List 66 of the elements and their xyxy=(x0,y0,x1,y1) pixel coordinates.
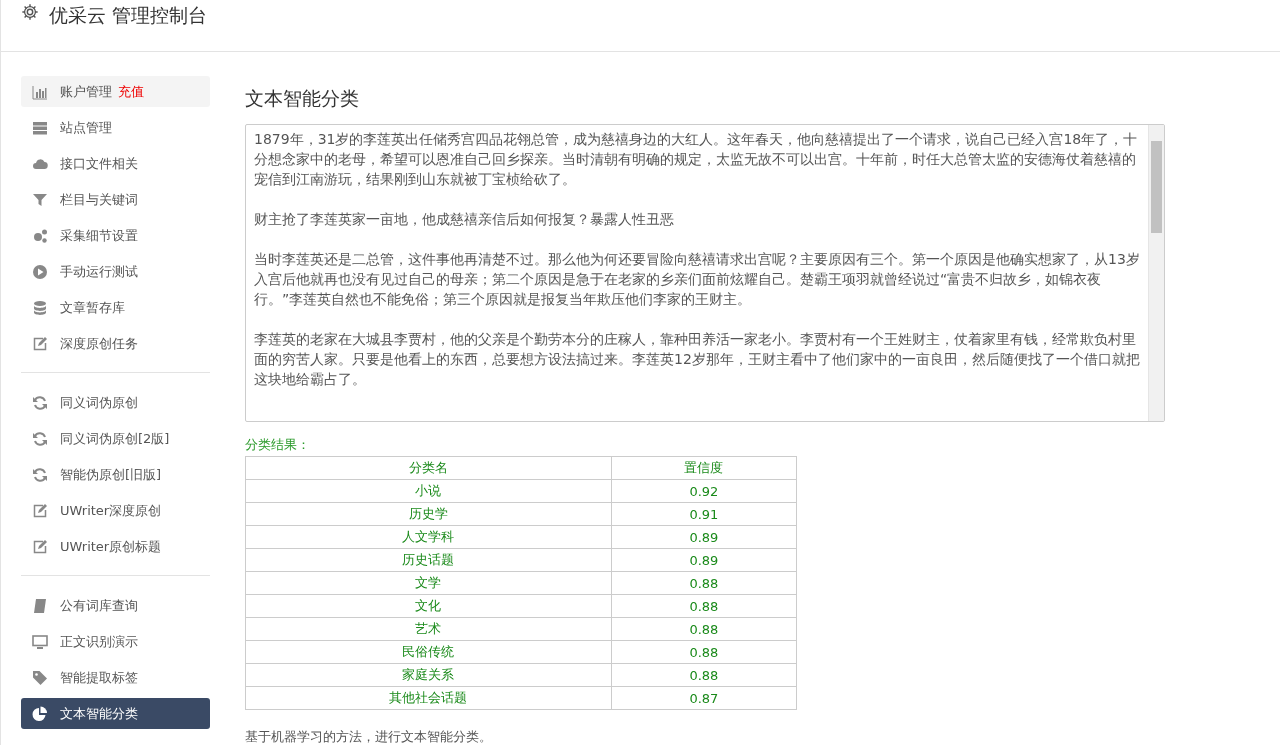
paragraph: 1879年，31岁的李莲英出任储秀宫四品花翎总管，成为慈禧身边的大红人。这年春天，他向慈禧提出了一个请求，说自己已经入宫18年了，十分想念家中的老母，希望可以恩准自己回乡探亲。当时清朝有明确的规定，太监无故不可以出宫。十年前，时任大总管太监的安德海仗着慈禧的宠信到江南游玩，结果刚到山东就被丁宝桢给砍了。 xyxy=(254,130,1139,189)
edit-icon xyxy=(32,538,48,555)
sidebar-item[interactable]: 手动运行测试 xyxy=(21,256,210,287)
edit-icon xyxy=(32,335,48,352)
sidebar-item[interactable]: 智能提取标签 xyxy=(21,662,210,693)
table-cell: 艺术 xyxy=(245,617,612,641)
page-title: 优采云 管理控制台 xyxy=(49,3,208,28)
paragraph: 财主抢了李莲英家一亩地，他成慈禧亲信后如何报复？暴露人性丑恶 xyxy=(254,210,675,229)
monitor-icon xyxy=(32,633,48,650)
database-icon xyxy=(32,299,48,316)
book-icon xyxy=(32,597,48,614)
text-area[interactable] xyxy=(245,124,1165,422)
sidebar-item[interactable]: 文章暂存库 xyxy=(21,292,210,323)
sidebar-item[interactable]: 智能伪原创[旧版] xyxy=(21,459,210,490)
refresh-icon xyxy=(32,430,48,447)
sidebar-item[interactable]: 文本智能分类 xyxy=(21,698,210,729)
bar-chart-icon xyxy=(32,83,48,100)
sidebar-item[interactable]: 站点管理 xyxy=(21,112,210,143)
table-cell: 0.88 xyxy=(611,640,797,664)
table-cell: 其他社会话题 xyxy=(245,686,612,710)
refresh-icon xyxy=(32,466,48,483)
sidebar-item[interactable]: 正文识别演示 xyxy=(21,626,210,657)
table-cell: 0.88 xyxy=(611,663,797,687)
server-icon xyxy=(32,119,48,136)
paragraph: 当时李莲英还是二总管，这件事他再清楚不过。那么他为何还要冒险向慈禧请求出宫呢？主要原因有三个。第一个原因是他确实想家了，从13岁入宫后他就再也没有见过自己的母亲；第二个原因是急于在老家的乡亲们面前炫耀自己。楚霸王项羽就曾经说过“富贵不归故乡，如锦衣夜行。”李莲英自然也不能免俗；第三个原因就是报复当年欺压他们李家的王财主。 xyxy=(254,250,1140,309)
sidebar-item[interactable]: 深度原创任务 xyxy=(21,328,210,359)
table-cell: 0.92 xyxy=(611,479,797,503)
pie-chart-icon xyxy=(32,705,48,722)
column-header: 分类名 xyxy=(245,456,612,480)
result-label: 分类结果： xyxy=(245,436,311,454)
table-cell: 民俗传统 xyxy=(245,640,612,664)
paragraph: 李莲英的老家在大城县李贾村，他的父亲是个勤劳本分的庄稼人，靠种田养活一家老小。李贾村有一个王姓财主，仗着家里有钱，经常欺负村里面的穷苦人家。只要是他看上的东西，总要想方设法搞过来。李莲英12岁那年，王财主看中了他们家中的一亩良田，然后随便找了一个借口就把这块地给霸占了。 xyxy=(254,330,1140,389)
sidebar-item[interactable]: 栏目与关键词 xyxy=(21,184,210,215)
sidebar-item[interactable]: 公有词库查询 xyxy=(21,590,210,621)
scrollbar[interactable] xyxy=(1148,125,1164,421)
footnote: 基于机器学习的方法，进行文本智能分类。 xyxy=(245,728,493,745)
sidebar-item[interactable]: 同义词伪原创 xyxy=(21,387,210,418)
table-cell: 0.89 xyxy=(611,548,797,572)
sidebar-item[interactable]: 同义词伪原创[2版] xyxy=(21,423,210,454)
sidebar-item[interactable]: UWriter深度原创 xyxy=(21,495,210,526)
column-header: 置信度 xyxy=(611,456,797,480)
table-cell: 小说 xyxy=(245,479,612,503)
edit-icon xyxy=(32,502,48,519)
recharge-link[interactable]: 充值 xyxy=(118,82,144,101)
section-title: 文本智能分类 xyxy=(245,86,360,111)
table-cell: 家庭关系 xyxy=(245,663,612,687)
table-cell: 0.91 xyxy=(611,502,797,526)
refresh-icon xyxy=(32,394,48,411)
table-cell: 历史学 xyxy=(245,502,612,526)
sidebar-item[interactable]: 账户管理 充值 xyxy=(21,76,210,107)
filter-icon xyxy=(32,191,48,208)
table-cell: 文学 xyxy=(245,571,612,595)
settings-icon xyxy=(21,3,39,21)
table-cell: 文化 xyxy=(245,594,612,618)
table-cell: 0.88 xyxy=(611,617,797,641)
table-cell: 人文学科 xyxy=(245,525,612,549)
tag-icon xyxy=(32,669,48,686)
sidebar-item[interactable]: 采集细节设置 xyxy=(21,220,210,251)
table-cell: 0.89 xyxy=(611,525,797,549)
sidebar-item[interactable]: 接口文件相关 xyxy=(21,148,210,179)
table-cell: 0.87 xyxy=(611,686,797,710)
table-cell: 0.88 xyxy=(611,571,797,595)
table-cell: 历史话题 xyxy=(245,548,612,572)
table-cell: 0.88 xyxy=(611,594,797,618)
sidebar-item[interactable]: UWriter原创标题 xyxy=(21,531,210,562)
play-icon xyxy=(32,263,48,280)
